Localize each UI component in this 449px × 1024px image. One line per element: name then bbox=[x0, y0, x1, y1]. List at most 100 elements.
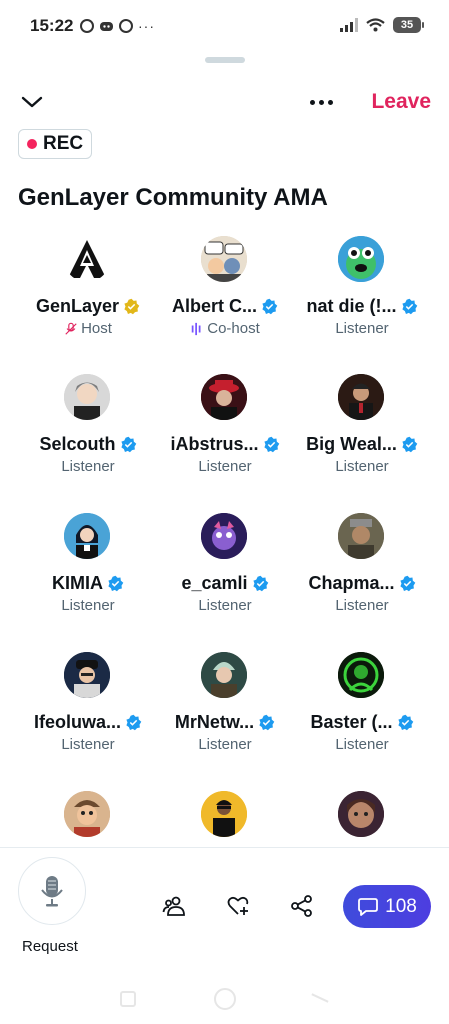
verified-badge-icon bbox=[252, 575, 268, 592]
participant-card[interactable] bbox=[287, 785, 437, 845]
avatar bbox=[201, 374, 247, 420]
verified-badge-icon bbox=[399, 575, 415, 592]
participant-name: MrNetw... bbox=[174, 712, 255, 732]
participant-card[interactable]: iAbstrus... Listener bbox=[150, 368, 300, 498]
participant-card[interactable] bbox=[150, 785, 300, 845]
participant-card[interactable]: Big Weal... Listener bbox=[287, 368, 437, 498]
back-icon[interactable] bbox=[311, 993, 329, 1003]
participant-card[interactable]: MrNetw... Listener bbox=[150, 646, 300, 776]
recording-dot-icon bbox=[27, 139, 37, 149]
status-time: 15:22 bbox=[30, 16, 74, 35]
system-nav-bar bbox=[0, 985, 449, 1015]
participant-name: Selcouth bbox=[39, 434, 116, 454]
home-icon[interactable] bbox=[214, 988, 236, 1010]
verified-badge-icon bbox=[263, 436, 279, 453]
verified-badge-icon bbox=[401, 298, 417, 315]
bottom-divider bbox=[0, 847, 449, 848]
request-mic-button[interactable] bbox=[18, 857, 86, 925]
people-icon bbox=[162, 896, 185, 916]
status-bar: 15:22 ··· 35 bbox=[0, 0, 449, 54]
avatar bbox=[201, 236, 247, 282]
dot bbox=[328, 99, 333, 105]
comments-button[interactable]: 108 bbox=[343, 885, 431, 928]
recording-badge: REC bbox=[18, 129, 93, 159]
verified-badge-icon bbox=[108, 575, 124, 592]
microphone-icon bbox=[41, 876, 63, 907]
dot bbox=[319, 99, 324, 105]
avatar bbox=[338, 652, 384, 698]
participant-card[interactable]: Baster (... Listener bbox=[287, 646, 437, 776]
avatar bbox=[201, 513, 247, 559]
participant-name: Ifeoluwa... bbox=[33, 712, 121, 732]
participant-role: Listener bbox=[198, 736, 252, 753]
participant-name: Albert C... bbox=[171, 296, 257, 316]
dot bbox=[310, 99, 315, 105]
comment-count: 108 bbox=[385, 895, 417, 917]
heart-plus-icon bbox=[227, 896, 249, 915]
avatar bbox=[64, 374, 110, 420]
leave-button[interactable]: Leave bbox=[371, 90, 431, 114]
participant-card[interactable]: e_camli Listener bbox=[150, 507, 300, 637]
avatar bbox=[338, 236, 384, 282]
participant-name: KIMIA bbox=[52, 573, 103, 593]
participant-role: Co-host bbox=[207, 320, 260, 337]
rec-label: REC bbox=[43, 133, 84, 154]
battery-icon: 35 bbox=[393, 17, 424, 33]
participant-card[interactable]: nat die (!... Listener bbox=[287, 230, 437, 360]
avatar bbox=[64, 791, 110, 837]
share-button[interactable] bbox=[289, 893, 315, 919]
recents-icon[interactable] bbox=[120, 991, 136, 1007]
people-button[interactable] bbox=[161, 893, 187, 919]
react-button[interactable] bbox=[225, 893, 251, 919]
participant-card[interactable]: Chapma... Listener bbox=[287, 507, 437, 637]
avatar bbox=[64, 236, 110, 282]
participant-name: nat die (!... bbox=[306, 296, 397, 316]
space-top-bar: Leave bbox=[0, 80, 449, 124]
avatar bbox=[201, 652, 247, 698]
verified-gold-badge-icon bbox=[124, 298, 140, 315]
avatar bbox=[201, 791, 247, 837]
verified-badge-icon bbox=[262, 298, 278, 315]
whatsapp-icon bbox=[80, 19, 94, 33]
space-title: GenLayer Community AMA bbox=[18, 184, 328, 211]
verified-badge-icon bbox=[397, 714, 413, 731]
participant-card[interactable]: Albert C... Co-host bbox=[150, 230, 300, 360]
avatar bbox=[338, 513, 384, 559]
participant-role: Host bbox=[81, 320, 112, 337]
avatar bbox=[64, 652, 110, 698]
participant-card[interactable] bbox=[13, 785, 163, 845]
speaking-icon bbox=[191, 322, 201, 335]
signal-icon bbox=[340, 18, 358, 32]
avatar bbox=[338, 374, 384, 420]
participant-name: Baster (... bbox=[310, 712, 393, 732]
participant-name: GenLayer bbox=[35, 296, 120, 316]
participant-name: Big Weal... bbox=[306, 434, 397, 454]
muted-mic-icon bbox=[65, 322, 77, 335]
chat-bubble-icon bbox=[358, 897, 379, 916]
participant-name: e_camli bbox=[181, 573, 248, 593]
participant-role: Listener bbox=[61, 597, 115, 614]
more-options-button[interactable] bbox=[310, 92, 340, 112]
request-label: Request bbox=[22, 938, 78, 955]
verified-badge-icon bbox=[402, 436, 418, 453]
sheet-grab-handle[interactable] bbox=[205, 57, 245, 63]
avatar bbox=[338, 791, 384, 837]
verified-badge-icon bbox=[259, 714, 275, 731]
participant-card[interactable]: Selcouth Listener bbox=[13, 368, 163, 498]
verified-badge-icon bbox=[126, 714, 142, 731]
participants-grid: GenLayer Host Albert C... Co-host nat di… bbox=[0, 230, 449, 845]
participant-card[interactable]: GenLayer Host bbox=[13, 230, 163, 360]
participant-name: Chapma... bbox=[308, 573, 395, 593]
participant-name: iAbstrus... bbox=[170, 434, 259, 454]
verified-badge-icon bbox=[120, 436, 136, 453]
avatar bbox=[64, 513, 110, 559]
participant-role: Listener bbox=[198, 458, 252, 475]
notification-icons: ··· bbox=[80, 19, 155, 33]
wifi-icon bbox=[366, 18, 385, 32]
participant-role: Listener bbox=[61, 458, 115, 475]
participant-role: Listener bbox=[198, 597, 252, 614]
participant-card[interactable]: Ifeoluwa... Listener bbox=[13, 646, 163, 776]
participant-card[interactable]: KIMIA Listener bbox=[13, 507, 163, 637]
participant-role: Listener bbox=[335, 458, 389, 475]
chevron-down-icon[interactable] bbox=[20, 90, 44, 114]
